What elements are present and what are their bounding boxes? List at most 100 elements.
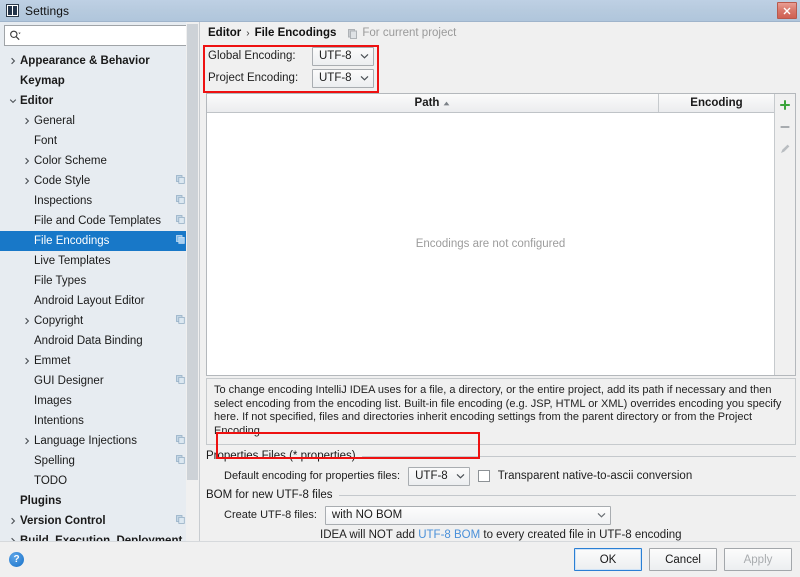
global-encoding-select[interactable]: UTF-8	[312, 46, 374, 66]
add-button[interactable]	[776, 96, 795, 114]
sidebar-item-label: Spelling	[34, 455, 75, 467]
breadcrumb-current: File Encodings	[254, 27, 337, 39]
sidebar-item-intentions[interactable]: Intentions	[0, 411, 199, 431]
project-encoding-row: Project Encoding: UTF-8	[208, 68, 796, 88]
default-encoding-label: Default encoding for properties files:	[224, 470, 401, 482]
sidebar-item-label: Plugins	[20, 495, 62, 507]
sidebar-item-label: Build, Execution, Deployment	[20, 535, 183, 541]
sidebar-item-language-injections[interactable]: Language Injections	[0, 431, 199, 451]
sidebar-item-build-execution-deployment[interactable]: Build, Execution, Deployment	[0, 531, 199, 541]
help-icon[interactable]: ?	[9, 552, 24, 567]
global-encoding-label: Global Encoding:	[208, 50, 296, 62]
sidebar-item-label: Images	[34, 395, 72, 407]
transparent-conversion-label: Transparent native-to-ascii conversion	[497, 470, 693, 482]
properties-files-group-title: Properties Files (*.properties)	[206, 450, 796, 462]
copy-settings-icon	[176, 315, 185, 327]
sidebar-item-copyright[interactable]: Copyright	[0, 311, 199, 331]
sidebar-item-general[interactable]: General	[0, 111, 199, 131]
sidebar-item-spelling[interactable]: Spelling	[0, 451, 199, 471]
sidebar-item-label: Editor	[20, 95, 54, 107]
sidebar-item-font[interactable]: Font	[0, 131, 199, 151]
settings-content: Editor › File Encodings For current proj…	[200, 22, 800, 541]
close-icon[interactable]	[777, 2, 797, 19]
ok-button[interactable]: OK	[574, 548, 642, 571]
sidebar-item-label: Color Scheme	[34, 155, 107, 167]
breadcrumb-parent[interactable]: Editor	[208, 27, 241, 39]
sidebar-item-keymap[interactable]: Keymap	[0, 71, 199, 91]
scope-note-label: For current project	[362, 27, 457, 39]
default-encoding-value: UTF-8	[415, 470, 448, 482]
sidebar-item-version-control[interactable]: Version Control	[0, 511, 199, 531]
plus-icon	[780, 100, 790, 110]
title-bar: Settings	[0, 0, 800, 22]
sidebar-item-color-scheme[interactable]: Color Scheme	[0, 151, 199, 171]
sidebar-item-editor[interactable]: Editor	[0, 91, 199, 111]
column-header-encoding[interactable]: Encoding	[659, 94, 774, 112]
search-icon	[10, 30, 21, 41]
sidebar-item-inspections[interactable]: Inspections	[0, 191, 199, 211]
transparent-conversion-checkbox[interactable]	[477, 470, 490, 482]
global-encoding-value: UTF-8	[319, 50, 352, 62]
apply-button[interactable]: Apply	[724, 548, 792, 571]
sidebar-item-label: File Types	[34, 275, 87, 287]
chevron-right-icon	[20, 117, 34, 125]
edit-button[interactable]	[776, 140, 795, 158]
sidebar-item-file-types[interactable]: File Types	[0, 271, 199, 291]
settings-tree[interactable]: Appearance & Behavior Keymap Editor General…	[0, 49, 199, 541]
search-box[interactable]	[4, 25, 195, 46]
properties-files-group-label: Properties Files (*.properties)	[206, 450, 356, 462]
sort-ascending-icon	[444, 101, 450, 105]
sidebar-item-android-layout-editor[interactable]: Android Layout Editor	[0, 291, 199, 311]
cancel-button[interactable]: Cancel	[649, 548, 717, 571]
sidebar-item-gui-designer[interactable]: GUI Designer	[0, 371, 199, 391]
sidebar-item-label: Code Style	[34, 175, 91, 187]
chevron-down-icon	[360, 75, 369, 81]
sidebar-scrollbar-thumb[interactable]	[187, 24, 198, 480]
copy-settings-icon	[176, 215, 185, 227]
column-header-path-label: Path	[414, 97, 440, 109]
project-encoding-select[interactable]: UTF-8	[312, 68, 374, 88]
minus-icon	[780, 126, 790, 128]
search-input[interactable]	[23, 29, 194, 42]
sidebar-scrollbar[interactable]	[186, 22, 199, 541]
sidebar-item-label: Live Templates	[34, 255, 111, 267]
chevron-right-icon	[20, 177, 34, 185]
sidebar-item-emmet[interactable]: Emmet	[0, 351, 199, 371]
chevron-down-icon	[6, 97, 20, 105]
sidebar-item-label: File Encodings	[34, 235, 110, 247]
create-utf8-select[interactable]: with NO BOM	[324, 505, 611, 525]
settings-sidebar: Appearance & Behavior Keymap Editor General…	[0, 22, 200, 541]
column-header-path[interactable]: Path	[207, 94, 659, 112]
dialog-body: Appearance & Behavior Keymap Editor General…	[0, 22, 800, 541]
sidebar-item-code-style[interactable]: Code Style	[0, 171, 199, 191]
remove-button[interactable]	[776, 118, 795, 136]
table-toolbar	[774, 94, 795, 375]
sidebar-item-plugins[interactable]: Plugins	[0, 491, 199, 511]
sidebar-item-android-data-binding[interactable]: Android Data Binding	[0, 331, 199, 351]
create-utf8-label: Create UTF-8 files:	[224, 509, 317, 521]
sidebar-item-label: Inspections	[34, 195, 93, 207]
sidebar-item-file-and-code-templates[interactable]: File and Code Templates	[0, 211, 199, 231]
sidebar-item-todo[interactable]: TODO	[0, 471, 199, 491]
properties-files-group: Properties Files (*.properties) Default …	[206, 450, 796, 487]
sidebar-item-label: Intentions	[34, 415, 84, 427]
sidebar-item-label: General	[34, 115, 75, 127]
settings-dialog: Settings Appearance & BehaviorKeymapEd	[0, 0, 800, 577]
sidebar-item-appearance-behavior[interactable]: Appearance & Behavior	[0, 51, 199, 71]
project-encoding-label: Project Encoding:	[208, 72, 299, 84]
breadcrumb-separator: ›	[246, 27, 250, 39]
table-header: Path Encoding	[207, 94, 774, 113]
encodings-table-main: Path Encoding Encodings are not configur…	[207, 94, 774, 375]
utf8-bom-link[interactable]: UTF-8 BOM	[418, 529, 480, 541]
table-body[interactable]: Encodings are not configured	[207, 113, 774, 375]
bom-hint-before: IDEA will NOT add	[320, 529, 419, 541]
empty-state-message: Encodings are not configured	[415, 238, 566, 250]
sidebar-item-file-encodings[interactable]: File Encodings	[0, 231, 199, 251]
sidebar-item-live-templates[interactable]: Live Templates	[0, 251, 199, 271]
default-encoding-select[interactable]: UTF-8	[408, 466, 470, 486]
sidebar-item-label: Keymap	[20, 75, 65, 87]
sidebar-item-images[interactable]: Images	[0, 391, 199, 411]
sidebar-item-label: Appearance & Behavior	[20, 55, 150, 67]
bom-group-body: Create UTF-8 files: with NO BOM IDEA wil…	[206, 504, 796, 541]
bom-group-title: BOM for new UTF-8 files	[206, 489, 796, 501]
